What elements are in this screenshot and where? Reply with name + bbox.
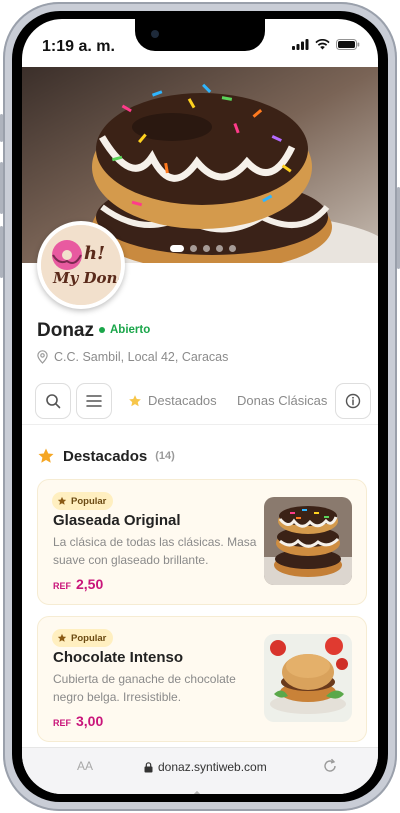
- store-status: Abierto: [99, 324, 150, 336]
- tab-label: Destacados: [148, 393, 217, 408]
- status-icons: [292, 39, 360, 50]
- svg-text:h!: h!: [84, 243, 105, 264]
- phone-bezel: 1:19 a. m. h! My Don Donaz Abierto C.C. …: [12, 11, 388, 802]
- mute-switch: [0, 114, 3, 142]
- phone-frame: 1:19 a. m. h! My Don Donaz Abierto C.C. …: [0, 2, 400, 811]
- browser-toolbar: [22, 787, 378, 794]
- url-text: donaz.syntiweb.com: [158, 760, 267, 774]
- chocolate-donut-image: [264, 634, 352, 722]
- product-image: [264, 634, 352, 722]
- share-icon[interactable]: [188, 791, 206, 794]
- store-logo-image: h! My Dona!: [41, 225, 121, 305]
- star-icon: [38, 448, 54, 463]
- lock-icon: [144, 761, 153, 772]
- badge-label: Popular: [71, 632, 107, 644]
- price-currency: REF: [53, 718, 71, 728]
- search-icon: [46, 394, 61, 409]
- product-description: La clásica de todas las clásicas. Masa s…: [53, 535, 257, 567]
- section-title: Destacados: [63, 447, 148, 465]
- menu-button[interactable]: [76, 383, 112, 419]
- star-icon: [57, 496, 67, 505]
- price-value: 3,00: [76, 713, 104, 729]
- product-name: Glaseada Original: [53, 512, 181, 529]
- wifi-icon: [315, 39, 330, 50]
- volume-down-button: [0, 226, 3, 278]
- tabs-icon[interactable]: [340, 793, 360, 794]
- text-size-button[interactable]: AA: [77, 759, 93, 773]
- tab-destacados[interactable]: Destacados: [128, 393, 217, 408]
- notch: [135, 19, 265, 51]
- tab-donas-clasicas[interactable]: Donas Clásicas: [237, 393, 327, 408]
- screen: 1:19 a. m. h! My Don Donaz Abierto C.C. …: [22, 19, 378, 794]
- status-dot: [99, 327, 105, 333]
- product-description: Cubierta de ganache de chocolate negro b…: [53, 672, 236, 704]
- address-text: C.C. Sambil, Local 42, Caracas: [54, 350, 229, 364]
- carousel-dot[interactable]: [216, 245, 223, 252]
- category-nav: Destacados Donas Clásicas: [22, 383, 378, 425]
- glazed-donut-image: [264, 497, 352, 585]
- product-price: REF 2,50: [53, 576, 103, 592]
- volume-up-button: [0, 162, 3, 214]
- battery-icon: [336, 39, 360, 50]
- store-logo: h! My Dona!: [37, 221, 125, 309]
- badge-label: Popular: [71, 495, 107, 507]
- carousel-dot[interactable]: [229, 245, 236, 252]
- carousel-indicators[interactable]: [170, 245, 236, 252]
- back-icon[interactable]: [42, 793, 56, 794]
- price-value: 2,50: [76, 576, 104, 592]
- product-card[interactable]: Popular Glaseada Original La clásica de …: [37, 479, 367, 605]
- tab-label: Donas Clásicas: [237, 393, 328, 408]
- price-currency: REF: [53, 581, 71, 591]
- search-button[interactable]: [35, 383, 71, 419]
- section-header: Destacados (14): [37, 447, 175, 465]
- svg-text:My Dona!: My Dona!: [52, 269, 121, 287]
- product-image: [264, 497, 352, 585]
- popular-badge: Popular: [52, 492, 114, 510]
- status-time: 1:19 a. m.: [42, 38, 115, 55]
- info-button[interactable]: [335, 383, 371, 419]
- product-name: Chocolate Intenso: [53, 649, 184, 666]
- status-text: Abierto: [110, 324, 151, 336]
- cellular-signal-icon: [292, 39, 309, 50]
- url-field[interactable]: donaz.syntiweb.com: [144, 760, 267, 774]
- location-pin-icon: [37, 350, 48, 364]
- star-icon: [129, 394, 141, 406]
- popular-badge: Popular: [52, 629, 114, 647]
- section-count: (14): [155, 450, 175, 462]
- product-card[interactable]: Popular Chocolate Intenso Cubierta de ga…: [37, 616, 367, 742]
- carousel-dot[interactable]: [170, 245, 184, 252]
- hamburger-menu-icon: [86, 395, 102, 407]
- product-price: REF 3,00: [53, 713, 103, 729]
- store-address[interactable]: C.C. Sambil, Local 42, Caracas: [37, 350, 228, 364]
- store-name: Donaz: [37, 320, 94, 341]
- carousel-dot[interactable]: [203, 245, 210, 252]
- browser-address-bar: AA donaz.syntiweb.com: [22, 747, 378, 787]
- info-icon: [345, 393, 361, 409]
- star-icon: [57, 633, 67, 642]
- status-bar: 1:19 a. m.: [22, 19, 378, 67]
- reload-icon[interactable]: [322, 758, 338, 774]
- carousel-dot[interactable]: [190, 245, 197, 252]
